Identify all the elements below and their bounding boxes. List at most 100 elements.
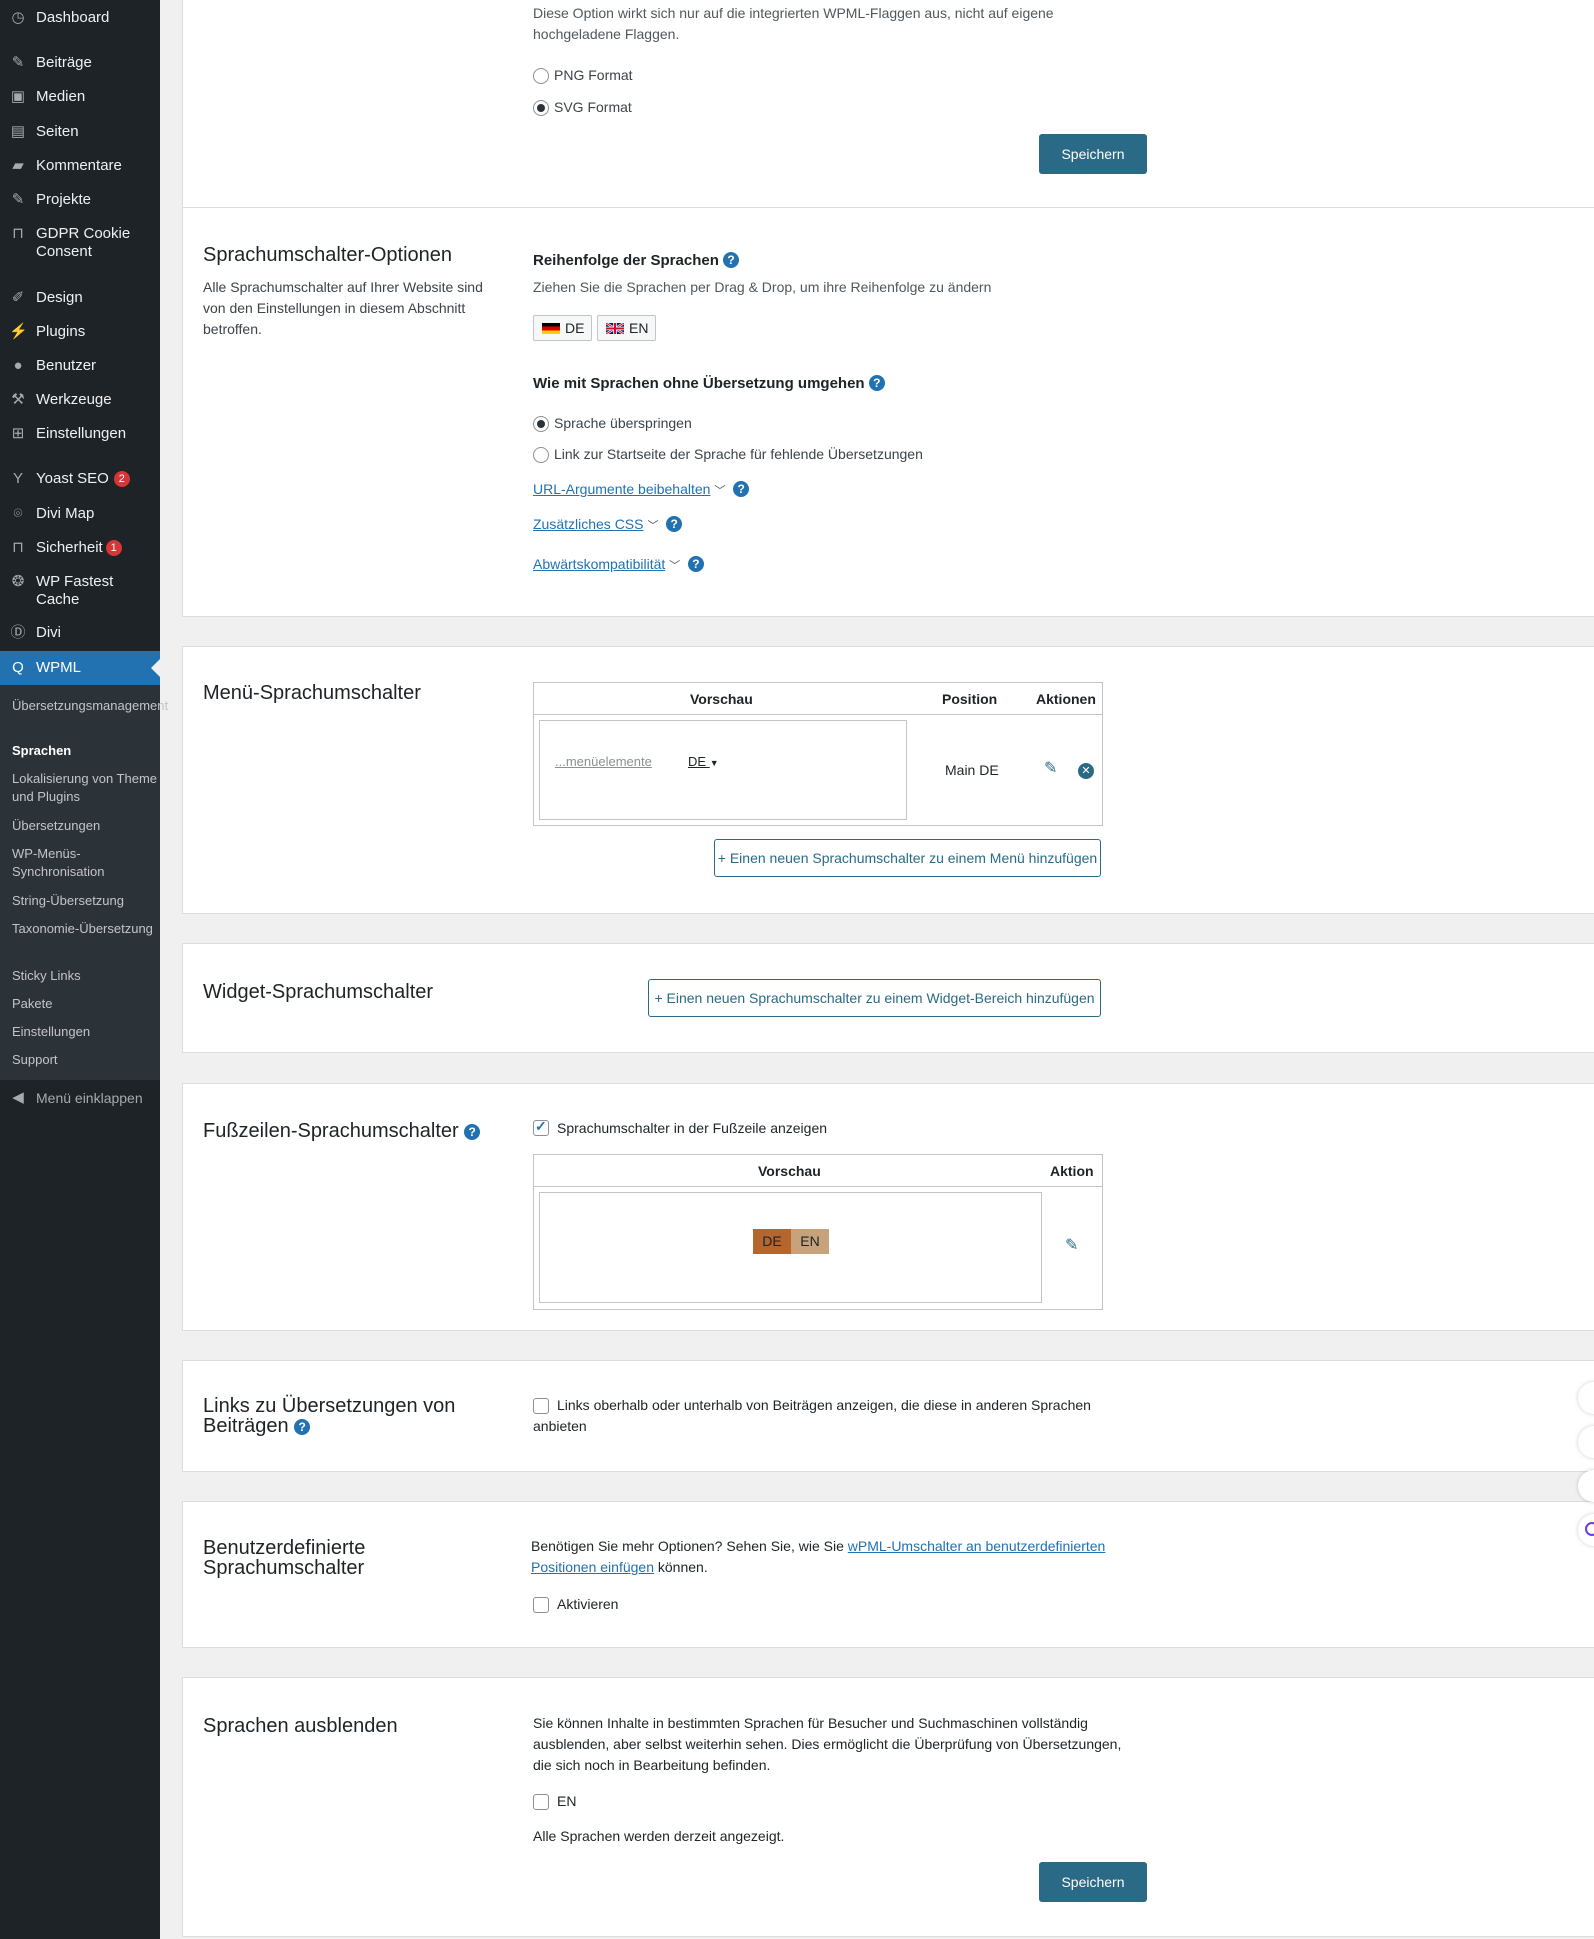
submenu-taxonomy-translation[interactable]: Taxonomie-Übersetzung xyxy=(12,920,157,938)
edit-pencil-icon[interactable]: ✎ xyxy=(1044,758,1057,779)
language-order-label: Reihenfolge der Sprachen xyxy=(533,252,719,269)
column-action: Aktion xyxy=(1050,1163,1094,1179)
section-title: Menü-Sprachumschalter xyxy=(203,682,421,704)
pages-icon: ▤ xyxy=(10,123,26,140)
dashboard-icon: ◷ xyxy=(11,9,25,26)
backward-compat-link[interactable]: Abwärtskompatibilität xyxy=(533,556,665,572)
lock-icon: ⊓ xyxy=(12,539,24,556)
add-menu-switcher-button[interactable]: + Einen neuen Sprachumschalter zu einem … xyxy=(714,839,1101,877)
chevron-down-icon: ﹀ xyxy=(714,485,726,497)
flag-note: Diese Option wirkt sich nur auf die inte… xyxy=(533,5,1054,42)
submenu-menu-sync[interactable]: WP-Menüs-Synchronisation xyxy=(12,845,157,881)
help-icon[interactable]: ? xyxy=(733,481,750,497)
preview-language-en: EN xyxy=(791,1229,829,1254)
radio-svg-format[interactable] xyxy=(533,100,549,116)
radio-link-to-home[interactable] xyxy=(533,447,549,463)
submenu-translations[interactable]: Übersetzungen xyxy=(12,817,157,835)
section-description: Alle Sprachumschalter auf Ihrer Website … xyxy=(203,279,483,337)
submenu-translation-management[interactable]: Übersetzungsmanagement xyxy=(12,697,168,715)
custom-switchers-text-before: Benötigen Sie mehr Optionen? Sehen Sie, … xyxy=(531,1538,848,1554)
url-arguments-link[interactable]: URL-Argumente beibehalten xyxy=(533,481,710,497)
label-skip-language: Sprache überspringen xyxy=(554,415,692,431)
wrench-icon: ⚒ xyxy=(11,391,25,408)
uk-flag-icon xyxy=(606,323,624,334)
language-order-description: Ziehen Sie die Sprachen per Drag & Drop,… xyxy=(533,279,992,295)
yoast-icon: Y xyxy=(12,470,23,487)
notification-badge: 2 xyxy=(113,471,130,487)
submenu-theme-plugin-localization[interactable]: Lokalisierung von Theme und Plugins xyxy=(12,770,157,806)
menu-preview-box: ...menüelemente DE ▼ xyxy=(539,720,907,820)
custom-switchers-text-after: können. xyxy=(654,1559,708,1575)
wpml-submenu: Übersetzungsmanagement Sprachen Lokalisi… xyxy=(0,685,168,1080)
label-svg-format: SVG Format xyxy=(554,99,632,115)
additional-css-toggle[interactable]: Zusätzliches CSS ﹀ ? xyxy=(533,514,683,537)
caret-down-icon: ▼ xyxy=(709,758,719,768)
custom-switchers-text: Benötigen Sie mehr Optionen? Sehen Sie, … xyxy=(531,1536,1141,1578)
menu-gdpr-cookie-consent[interactable]: ⊓ GDPR Cookie Consent xyxy=(0,225,160,261)
submenu-settings[interactable]: Einstellungen xyxy=(12,1023,157,1041)
preview-menu-items: ...menüelemente xyxy=(555,754,652,769)
menu-position: Main DE xyxy=(945,762,999,778)
floating-tool-icon[interactable] xyxy=(1578,1470,1594,1502)
help-icon[interactable]: ? xyxy=(723,252,740,268)
add-widget-switcher-button[interactable]: + Einen neuen Sprachumschalter zu einem … xyxy=(648,979,1101,1017)
submenu-support[interactable]: Support xyxy=(12,1051,157,1069)
map-pin-icon: ⌾ xyxy=(13,505,23,522)
section-title-label: Links zu Übersetzungen von Beiträgen xyxy=(203,1395,456,1437)
show-footer-switcher-checkbox[interactable] xyxy=(533,1118,549,1136)
section-title: Sprachumschalter-Optionen xyxy=(203,244,453,266)
language-chip-label: DE xyxy=(565,320,585,336)
help-icon[interactable]: ? xyxy=(868,375,885,391)
column-position: Position xyxy=(942,691,998,707)
flag-format-panel: Diese Option wirkt sich nur auf die inte… xyxy=(182,0,1594,209)
language-chip-de[interactable]: DE xyxy=(533,315,592,341)
save-button[interactable]: Speichern xyxy=(1039,134,1147,174)
footer-switcher-table: Vorschau Aktion DE EN ✎ xyxy=(533,1154,1103,1310)
save-button[interactable]: Speichern xyxy=(1039,1862,1147,1902)
language-chip-en[interactable]: EN xyxy=(597,315,656,341)
preview-language-dropdown: DE ▼ xyxy=(688,751,719,774)
column-preview: Vorschau xyxy=(758,1163,821,1179)
chevron-down-icon: ﹀ xyxy=(647,520,659,532)
menu-switcher-table: Vorschau Position Aktionen ...menüelemen… xyxy=(533,682,1103,826)
menu-wpml[interactable]: Q WPML xyxy=(0,651,160,685)
menu-wp-fastest-cache[interactable]: ❂ WP Fastest Cache xyxy=(0,573,160,609)
missing-translation-label: Wie mit Sprachen ohne Übersetzung umgehe… xyxy=(533,375,865,392)
comment-icon: ▰ xyxy=(12,157,24,174)
german-flag-icon xyxy=(542,323,560,334)
activate-label: Aktivieren xyxy=(557,1596,619,1612)
section-title: Links zu Übersetzungen von Beiträgen ? xyxy=(203,1396,493,1436)
submenu-sticky-links[interactable]: Sticky Links xyxy=(12,967,157,985)
additional-css-link[interactable]: Zusätzliches CSS xyxy=(533,516,643,532)
wpml-icon: Q xyxy=(12,659,24,676)
activate-checkbox[interactable] xyxy=(533,1597,549,1613)
delete-icon[interactable]: ✕ xyxy=(1078,763,1094,779)
preview-language: DE xyxy=(688,754,707,769)
hide-en-checkbox[interactable] xyxy=(533,1794,549,1810)
section-title: Fußzeilen-Sprachumschalter ? xyxy=(203,1120,481,1142)
help-icon[interactable]: ? xyxy=(687,556,704,572)
footer-preview-box: DE EN xyxy=(539,1192,1042,1303)
section-title-label: Fußzeilen-Sprachumschalter xyxy=(203,1120,459,1142)
divi-icon: Ⓓ xyxy=(10,624,26,641)
help-icon[interactable]: ? xyxy=(666,516,683,532)
backward-compat-toggle[interactable]: Abwärtskompatibilität ﹀ ? xyxy=(533,554,704,577)
preview-language-de: DE xyxy=(753,1229,791,1254)
help-icon[interactable]: ? xyxy=(464,1124,481,1140)
collapse-icon: ◀ xyxy=(12,1089,24,1106)
notification-badge: 1 xyxy=(105,540,122,556)
radio-png-format[interactable] xyxy=(533,68,549,84)
submenu-packages[interactable]: Pakete xyxy=(12,995,157,1013)
section-title: Benutzerdefinierte Sprachumschalter xyxy=(203,1537,366,1579)
column-preview: Vorschau xyxy=(690,691,753,707)
radio-skip-language[interactable] xyxy=(533,416,549,432)
edit-pencil-icon[interactable]: ✎ xyxy=(1065,1235,1078,1256)
submenu-languages[interactable]: Sprachen xyxy=(12,742,157,760)
submenu-string-translation[interactable]: String-Übersetzung xyxy=(12,892,157,910)
widget-switcher-panel: Widget-Sprachumschalter + Einen neuen Sp… xyxy=(182,943,1594,1053)
hide-status-text: Alle Sprachen werden derzeit angezeigt. xyxy=(533,1828,785,1844)
column-actions: Aktionen xyxy=(1036,691,1096,707)
custom-switchers-panel: Benutzerdefinierte Sprachumschalter Benö… xyxy=(182,1501,1594,1648)
url-arguments-toggle[interactable]: URL-Argumente beibehalten ﹀ ? xyxy=(533,479,750,502)
help-icon[interactable]: ? xyxy=(294,1419,311,1435)
